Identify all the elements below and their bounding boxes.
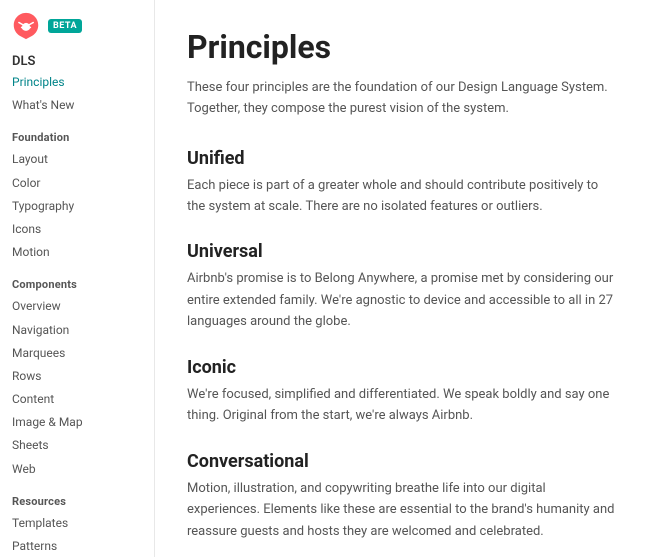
principle-desc-iconic: We're focused, simplified and differenti… <box>187 384 615 427</box>
sidebar-item-color[interactable]: Color <box>12 172 154 195</box>
sidebar-item-principles[interactable]: Principles <box>12 71 154 94</box>
sidebar-item-sheets[interactable]: Sheets <box>12 434 154 457</box>
principle-desc-unified: Each piece is part of a greater whole an… <box>187 175 615 218</box>
sidebar-item-icons[interactable]: Icons <box>12 218 154 241</box>
sidebar-item-motion[interactable]: Motion <box>12 241 154 264</box>
sidebar-item-whats-new[interactable]: What's New <box>12 94 154 117</box>
sidebar-item-layout[interactable]: Layout <box>12 148 154 171</box>
sidebar-item-web[interactable]: Web <box>12 458 154 481</box>
sidebar-section-foundation: Foundation <box>12 131 154 144</box>
sidebar-item-templates[interactable]: Templates <box>12 512 154 535</box>
dls-label: DLS <box>12 54 154 69</box>
sidebar-item-patterns[interactable]: Patterns <box>12 535 154 557</box>
principle-title-iconic: Iconic <box>187 357 615 378</box>
beta-badge: BETA <box>48 19 82 33</box>
principle-desc-conversational: Motion, illustration, and copywriting br… <box>187 478 615 542</box>
sidebar-item-navigation[interactable]: Navigation <box>12 319 154 342</box>
sidebar-item-rows[interactable]: Rows <box>12 365 154 388</box>
sidebar-section-components: Components <box>12 278 154 291</box>
principle-title-universal: Universal <box>187 241 615 262</box>
sidebar-item-overview[interactable]: Overview <box>12 295 154 318</box>
sidebar-item-image-map[interactable]: Image & Map <box>12 411 154 434</box>
sidebar-section-resources: Resources <box>12 495 154 508</box>
sidebar-item-marquees[interactable]: Marquees <box>12 342 154 365</box>
airbnb-logo-icon <box>12 12 40 40</box>
principle-conversational: Conversational Motion, illustration, and… <box>187 451 615 542</box>
principle-title-conversational: Conversational <box>187 451 615 472</box>
principle-iconic: Iconic We're focused, simplified and dif… <box>187 357 615 427</box>
sidebar-header: BETA <box>12 12 154 40</box>
sidebar-item-content[interactable]: Content <box>12 388 154 411</box>
main-content: Principles These four principles are the… <box>155 0 647 557</box>
principle-unified: Unified Each piece is part of a greater … <box>187 148 615 218</box>
sidebar-item-typography[interactable]: Typography <box>12 195 154 218</box>
page-intro: These four principles are the foundation… <box>187 78 615 120</box>
principle-desc-universal: Airbnb's promise is to Belong Anywhere, … <box>187 268 615 332</box>
principle-universal: Universal Airbnb's promise is to Belong … <box>187 241 615 332</box>
principle-title-unified: Unified <box>187 148 615 169</box>
page-title: Principles <box>187 28 615 66</box>
sidebar: BETA DLS Principles What's New Foundatio… <box>0 0 155 557</box>
